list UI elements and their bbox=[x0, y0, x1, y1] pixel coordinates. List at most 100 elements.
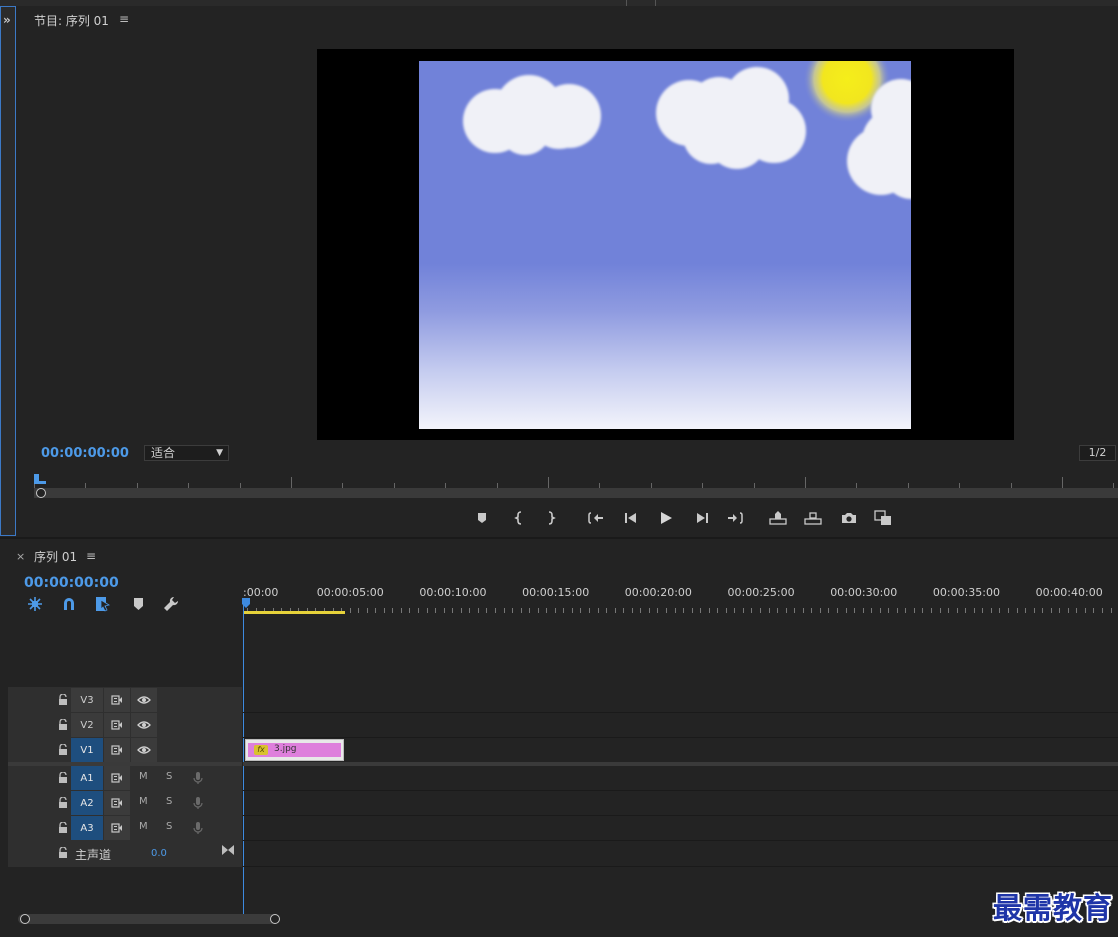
ruler-tick bbox=[392, 608, 394, 613]
track-divider bbox=[243, 815, 1118, 816]
add-marker-button[interactable] bbox=[473, 509, 491, 527]
step-back-button[interactable] bbox=[622, 509, 640, 527]
toggle-sync-lock-icon[interactable] bbox=[104, 688, 130, 712]
eye-icon[interactable] bbox=[131, 713, 157, 737]
work-area-bar[interactable] bbox=[243, 611, 345, 614]
timeline-time-ruler[interactable]: :00:00 00:00:05:00 00:00:10:00 00:00:15:00 0… bbox=[243, 580, 1118, 614]
monitor-playhead[interactable] bbox=[34, 474, 46, 486]
toggle-sync-lock-icon[interactable] bbox=[104, 713, 130, 737]
ruler-tick bbox=[1033, 608, 1035, 613]
solo-button[interactable]: S bbox=[166, 796, 172, 807]
lock-icon[interactable] bbox=[58, 771, 68, 783]
scrollbar-handle-left[interactable] bbox=[20, 914, 30, 924]
comparison-view-button[interactable] bbox=[874, 509, 892, 527]
toggle-sync-lock-icon[interactable] bbox=[104, 738, 130, 762]
close-icon[interactable]: × bbox=[16, 550, 25, 563]
lock-icon[interactable] bbox=[58, 718, 68, 730]
ruler-tick bbox=[700, 608, 702, 613]
monitor-time-ruler[interactable] bbox=[34, 474, 1118, 488]
timeline-timecode[interactable]: 00:00:00:00 bbox=[24, 575, 119, 591]
mark-in-button[interactable] bbox=[510, 509, 528, 527]
track-target-v2[interactable]: V2 bbox=[71, 713, 103, 737]
ruler-tick bbox=[948, 608, 950, 613]
lock-icon[interactable] bbox=[58, 821, 68, 833]
microphone-icon[interactable] bbox=[193, 821, 203, 838]
lift-icon bbox=[769, 511, 787, 525]
scrollbar-handle-right[interactable] bbox=[270, 914, 280, 924]
nest-sequence-icon[interactable] bbox=[27, 596, 43, 612]
solo-button[interactable]: S bbox=[166, 821, 172, 832]
track-target-v3[interactable]: V3 bbox=[71, 688, 103, 712]
ruler-tick bbox=[529, 608, 531, 613]
sync-lock-icon[interactable] bbox=[104, 791, 130, 815]
monitor-zoom-scrollbar[interactable] bbox=[34, 488, 1118, 498]
track-target-a1[interactable]: A1 bbox=[71, 766, 103, 790]
program-monitor-title[interactable]: 节目: 序列 01 bbox=[34, 12, 109, 29]
video-audio-separator-header[interactable] bbox=[8, 762, 242, 766]
microphone-icon[interactable] bbox=[193, 796, 203, 813]
ruler-tick bbox=[1042, 608, 1044, 613]
snap-magnet-icon[interactable] bbox=[61, 596, 77, 612]
ruler-tick bbox=[708, 608, 710, 613]
zoom-level-select[interactable]: 适合 ▼ bbox=[144, 445, 229, 461]
solo-button[interactable]: S bbox=[166, 771, 172, 782]
timeline-horizontal-scrollbar[interactable] bbox=[18, 914, 278, 924]
ruler-tick bbox=[879, 608, 881, 613]
ruler-label: 00:00:05:00 bbox=[316, 586, 384, 599]
export-frame-button[interactable] bbox=[840, 509, 858, 527]
track-target-v1[interactable]: V1 bbox=[71, 738, 103, 762]
preview-image bbox=[419, 61, 911, 429]
lock-icon[interactable] bbox=[58, 796, 68, 808]
eye-icon[interactable] bbox=[131, 738, 157, 762]
ruler-tick bbox=[1016, 608, 1018, 613]
watermark-logo: 最需教育 bbox=[993, 891, 1114, 925]
panel-menu-icon[interactable]: ≡ bbox=[86, 549, 96, 563]
eye-icon[interactable] bbox=[131, 688, 157, 712]
lift-button[interactable] bbox=[769, 509, 787, 527]
track-header-a2: A2 M S bbox=[8, 791, 242, 816]
ruler-tick bbox=[537, 608, 539, 613]
mute-button[interactable]: M bbox=[139, 821, 148, 832]
collapsed-panel-tab[interactable]: » bbox=[0, 6, 16, 536]
ruler-tick bbox=[548, 477, 549, 488]
ruler-tick bbox=[623, 608, 625, 613]
lock-icon[interactable] bbox=[58, 693, 68, 705]
linked-selection-icon[interactable] bbox=[95, 596, 111, 612]
wrench-icon[interactable] bbox=[163, 596, 179, 612]
ruler-tick bbox=[845, 608, 847, 613]
mute-button[interactable]: M bbox=[139, 771, 148, 782]
scrollbar-handle[interactable] bbox=[36, 488, 46, 498]
go-to-end-icon[interactable] bbox=[222, 845, 234, 858]
timeline-tab-title[interactable]: 序列 01 bbox=[34, 548, 77, 565]
timeline-playhead-handle[interactable] bbox=[242, 598, 250, 608]
sync-lock-icon[interactable] bbox=[104, 816, 130, 840]
playhead-timecode[interactable]: 00:00:00:00 bbox=[41, 446, 129, 461]
mute-button[interactable]: M bbox=[139, 796, 148, 807]
step-forward-button[interactable] bbox=[693, 509, 711, 527]
ruler-tick bbox=[828, 608, 830, 613]
go-to-in-button[interactable] bbox=[587, 509, 605, 527]
ruler-tick bbox=[999, 608, 1001, 613]
lock-icon[interactable] bbox=[58, 743, 68, 755]
ruler-tick bbox=[760, 608, 761, 613]
add-marker-icon[interactable] bbox=[131, 596, 147, 612]
track-target-a3[interactable]: A3 bbox=[71, 816, 103, 840]
track-target-a2[interactable]: A2 bbox=[71, 791, 103, 815]
lock-icon[interactable] bbox=[58, 846, 68, 858]
master-volume-value[interactable]: 0.0 bbox=[151, 848, 167, 859]
sync-lock-icon[interactable] bbox=[104, 766, 130, 790]
panel-menu-icon[interactable]: ≡ bbox=[119, 12, 129, 26]
ruler-tick bbox=[494, 608, 496, 613]
playback-resolution-select[interactable]: 1/2 bbox=[1079, 445, 1116, 461]
chevron-down-icon: ▼ bbox=[216, 448, 223, 458]
go-to-out-button[interactable] bbox=[726, 509, 744, 527]
ruler-tick bbox=[443, 608, 445, 613]
play-button[interactable] bbox=[657, 509, 675, 527]
ruler-tick bbox=[614, 608, 616, 613]
ruler-tick bbox=[563, 608, 565, 613]
timeline-clip[interactable]: fx 3.jpg bbox=[245, 739, 344, 761]
video-audio-separator[interactable] bbox=[243, 762, 1118, 766]
microphone-icon[interactable] bbox=[193, 771, 203, 788]
extract-button[interactable] bbox=[804, 509, 822, 527]
mark-out-button[interactable] bbox=[542, 509, 560, 527]
